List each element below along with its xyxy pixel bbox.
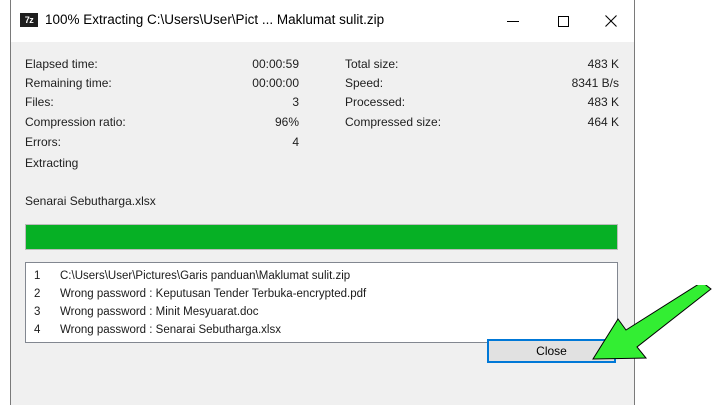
- window-close-button[interactable]: [589, 0, 633, 42]
- compressed-size-value: 464 K: [587, 115, 619, 129]
- operation-status: Extracting: [25, 156, 79, 170]
- elapsed-time-value: 00:00:59: [252, 57, 299, 71]
- minimize-icon: [507, 21, 519, 22]
- remaining-time-label: Remaining time:: [25, 76, 112, 90]
- total-size-label: Total size:: [345, 57, 399, 71]
- processed-label: Processed:: [345, 95, 406, 109]
- files-value: 3: [292, 95, 299, 109]
- errors-label: Errors:: [25, 135, 61, 149]
- log-item-text: Wrong password : Minit Mesyuarat.doc: [60, 306, 259, 318]
- compressed-size-label: Compressed size:: [345, 115, 442, 129]
- errors-value: 4: [292, 135, 299, 149]
- log-item-number: 1: [34, 270, 41, 282]
- processed-value: 483 K: [587, 95, 619, 109]
- log-item-number: 2: [34, 288, 41, 300]
- total-size-value: 483 K: [587, 57, 619, 71]
- error-log-list[interactable]: 1 C:\Users\User\Pictures\Garis panduan\M…: [25, 262, 618, 343]
- log-item-text: Wrong password : Keputusan Tender Terbuk…: [60, 288, 367, 300]
- maximize-icon: [557, 15, 569, 27]
- progress-bar: [25, 224, 618, 250]
- compression-ratio-value: 96%: [274, 115, 299, 129]
- remaining-time-value: 00:00:00: [252, 76, 299, 90]
- title-bar[interactable]: 7z 100% Extracting C:\Users\User\Pict ..…: [11, 0, 634, 42]
- close-icon: [605, 15, 617, 27]
- speed-label: Speed:: [345, 76, 384, 90]
- log-item-text: Wrong password : Senarai Sebutharga.xlsx: [60, 324, 281, 336]
- log-item-text: C:\Users\User\Pictures\Garis panduan\Mak…: [60, 270, 351, 282]
- log-item-number: 3: [34, 306, 41, 318]
- progress-fill: [26, 225, 617, 249]
- log-item-number: 4: [34, 324, 41, 336]
- green-arrow-icon: [592, 285, 712, 360]
- minimize-button[interactable]: [491, 0, 535, 42]
- speed-value: 8341 B/s: [571, 76, 619, 90]
- maximize-button[interactable]: [541, 0, 585, 42]
- current-file-name: Senarai Sebutharga.xlsx: [25, 194, 156, 208]
- elapsed-time-label: Elapsed time:: [25, 57, 98, 71]
- window-title: 100% Extracting C:\Users\User\Pict ... M…: [45, 12, 385, 27]
- extraction-dialog: 7z 100% Extracting C:\Users\User\Pict ..…: [10, 0, 635, 405]
- 7zip-app-icon: 7z: [20, 13, 38, 27]
- files-label: Files:: [25, 95, 54, 109]
- compression-ratio-label: Compression ratio:: [25, 115, 126, 129]
